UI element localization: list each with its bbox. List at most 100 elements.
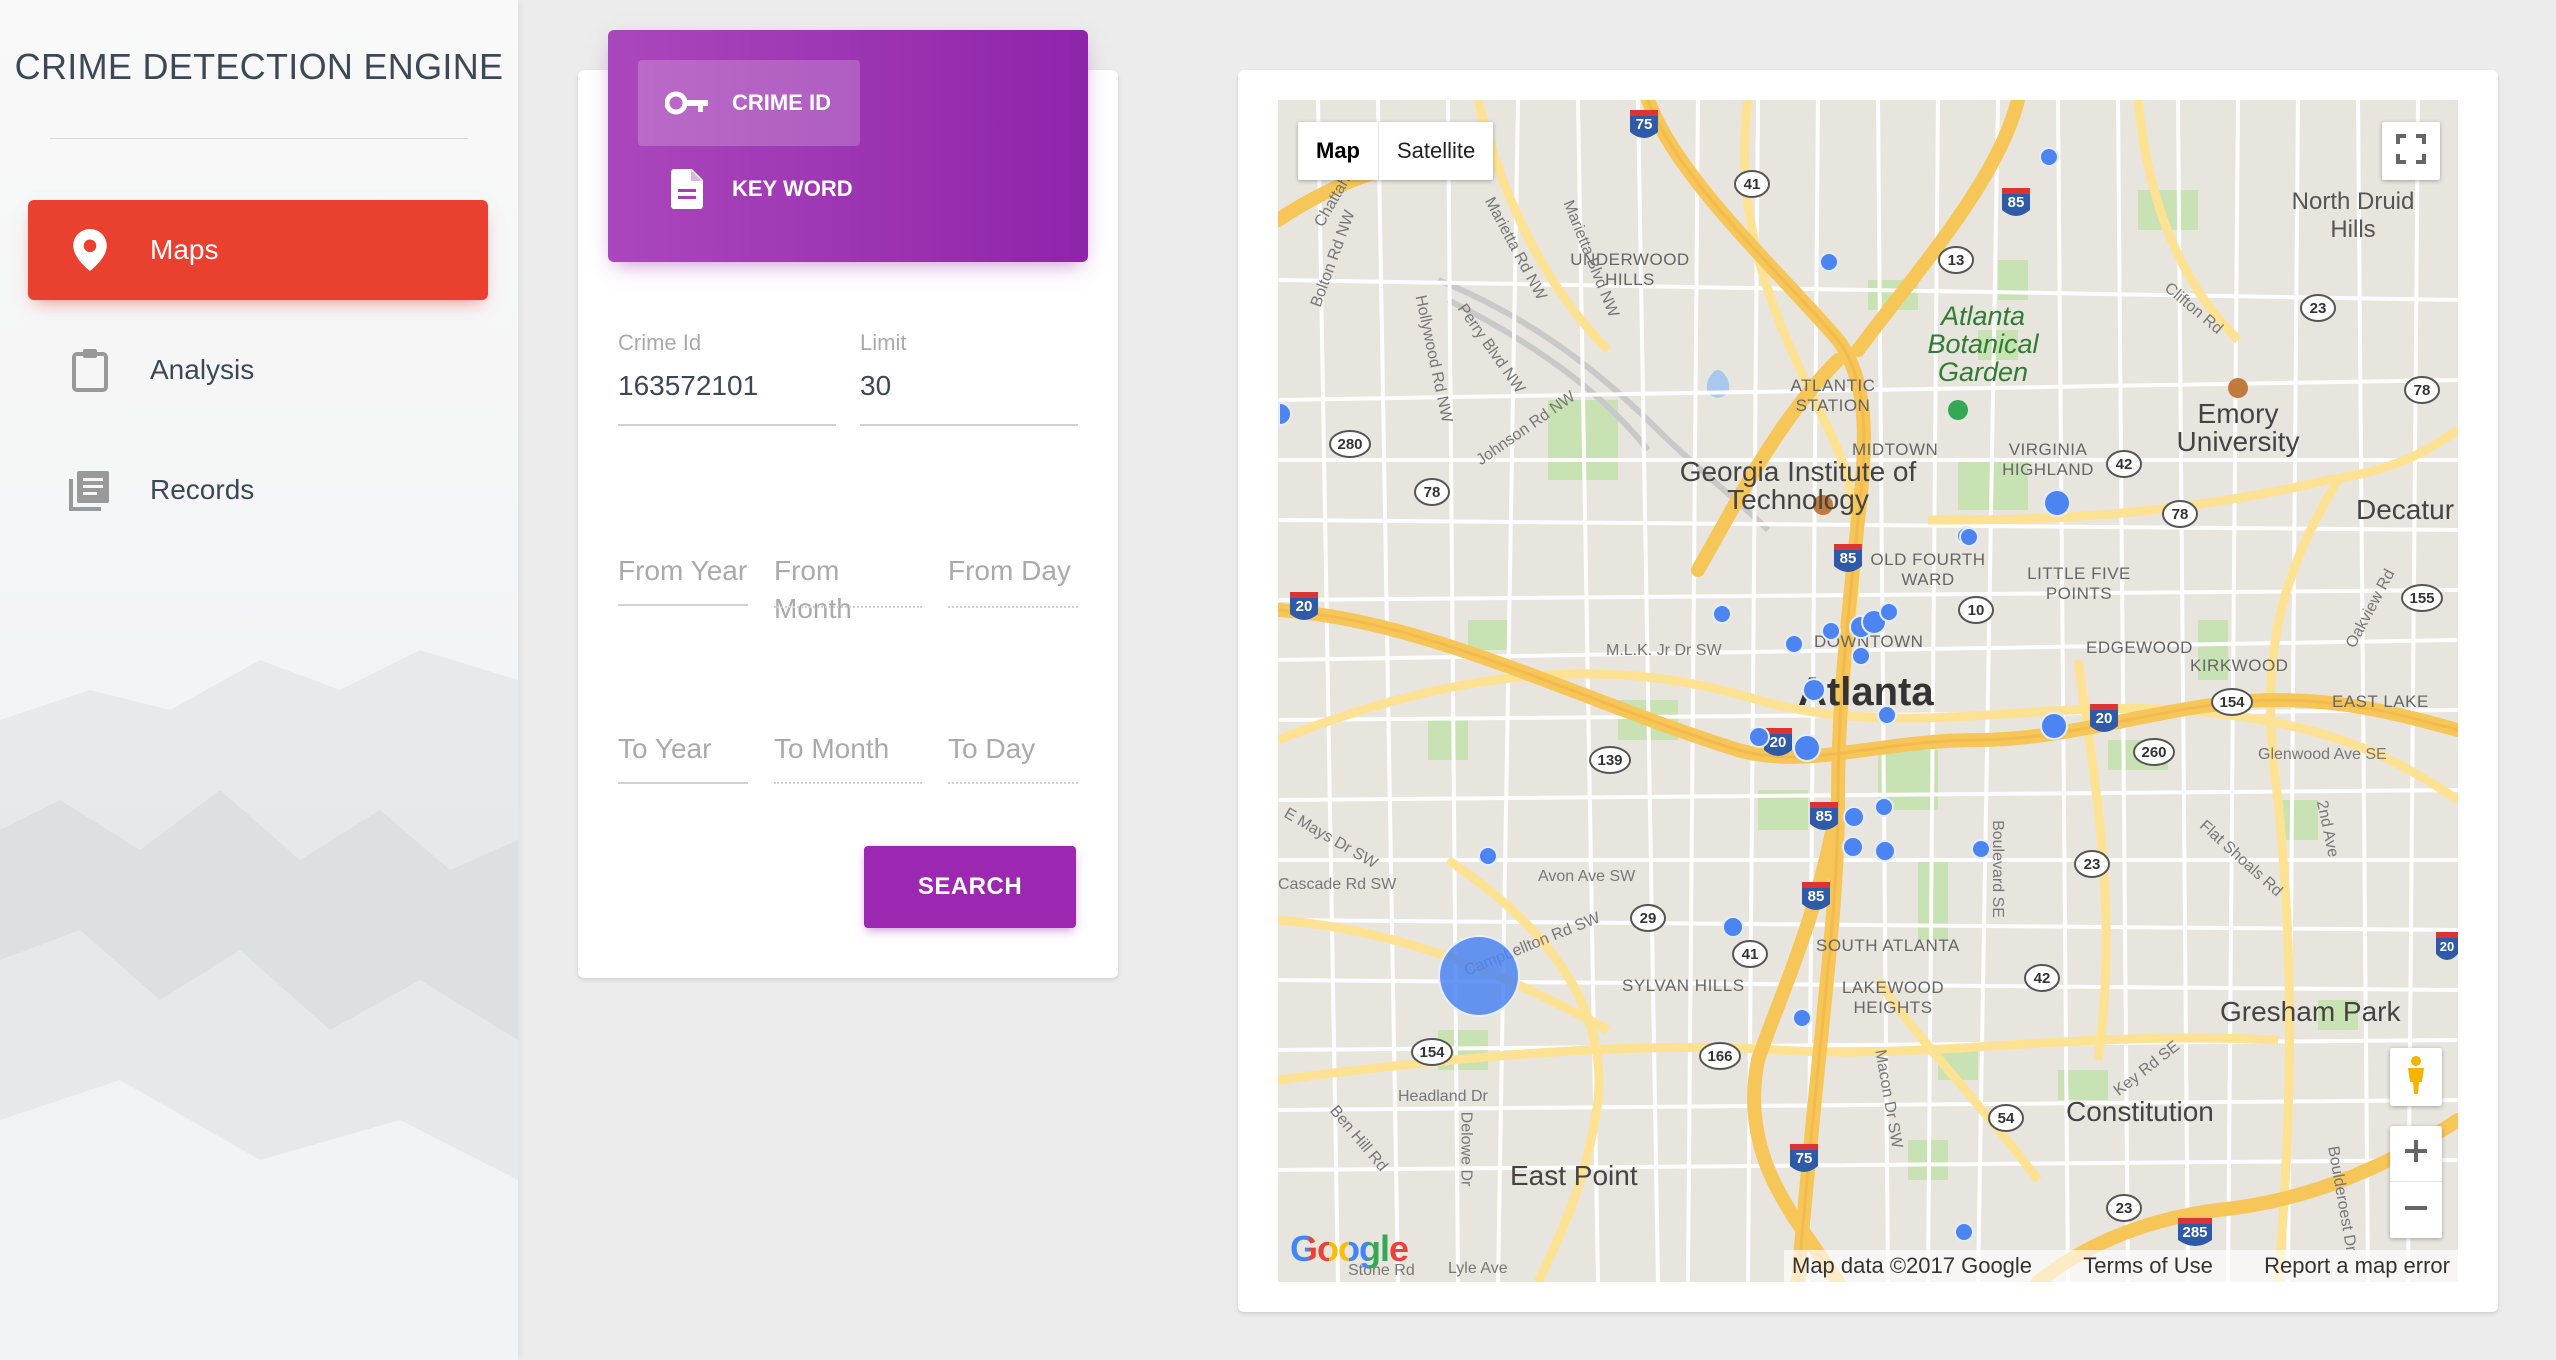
limit-field[interactable]: Limit 30 [860,330,1078,426]
clipboard-icon [66,346,114,394]
limit-value[interactable]: 30 [860,370,1078,402]
svg-text:139: 139 [1597,752,1622,769]
sidebar-item-records[interactable]: Records [28,440,488,540]
limit-label: Limit [860,330,907,355]
tab-crime-id[interactable]: CRIME ID [638,60,860,146]
from-day-input[interactable]: From Day [948,552,1078,608]
sidebar-item-label: Maps [150,234,219,265]
crime-id-underline [618,424,836,426]
svg-text:85: 85 [2008,194,2025,211]
search-button[interactable]: SEARCH [864,846,1076,928]
crime-id-value[interactable]: 163572101 [618,370,836,402]
sidebar-divider [50,138,468,139]
tab-key-word[interactable]: KEY WORD [638,146,860,232]
svg-text:154: 154 [2219,694,2245,711]
sidebar: CRIME DETECTION ENGINE Maps Analysis Rec… [0,0,518,1360]
svg-text:285: 285 [2182,1224,2207,1241]
crime-marker[interactable] [2040,712,2068,740]
svg-text:23: 23 [2310,300,2327,317]
map-type-satellite-button[interactable]: Satellite [1378,122,1493,180]
report-map-error-link[interactable]: Report a map error [2264,1250,2450,1282]
crime-marker[interactable] [1874,840,1896,862]
svg-text:260: 260 [2141,744,2166,761]
crime-marker[interactable] [1802,678,1826,702]
interstate-shield: 85 [1810,802,1838,830]
interstate-shield: 85 [2002,188,2030,216]
plus-icon [2405,1140,2427,1167]
to-day-input[interactable]: To Day [948,730,1078,784]
crime-marker[interactable] [1792,1008,1812,1028]
crime-marker[interactable] [1478,846,1498,866]
crime-marker[interactable] [1793,734,1821,762]
crime-marker[interactable] [1879,602,1899,622]
sidebar-item-maps[interactable]: Maps [28,200,488,300]
crime-marker[interactable] [1874,797,1894,817]
crime-marker[interactable] [1722,916,1744,938]
zoom-out-button[interactable] [2390,1182,2442,1238]
to-year-underline [618,782,748,784]
from-month-placeholder: From Month [774,555,852,624]
svg-text:20: 20 [2096,710,2113,727]
terms-of-use-link[interactable]: Terms of Use [2083,1250,2213,1282]
svg-text:78: 78 [1424,484,1441,501]
crime-marker[interactable] [1821,621,1841,641]
tab-label: CRIME ID [732,90,831,115]
crime-marker[interactable] [1843,806,1865,828]
svg-text:13: 13 [1948,252,1965,269]
google-logo: Google [1290,1228,1409,1270]
crime-marker[interactable] [2039,147,2059,167]
from-year-placeholder: From Year [618,555,748,586]
svg-text:42: 42 [2116,456,2133,473]
interstate-shield: 285 [2178,1218,2212,1246]
crime-marker[interactable] [1851,646,1871,666]
route-shield: 42 [2106,450,2142,478]
svg-text:41: 41 [1742,946,1759,963]
records-icon [66,466,114,514]
route-shield: 23 [2300,294,2336,322]
fullscreen-button[interactable] [2382,122,2440,180]
pegman-icon [2404,1055,2428,1100]
sidebar-item-label: Records [150,474,255,505]
crime-marker-cluster[interactable] [1438,935,1520,1017]
route-shield: 23 [2106,1194,2142,1222]
crime-marker[interactable] [1842,836,1864,858]
sidebar-item-label: Analysis [150,354,255,385]
tab-label: KEY WORD [732,176,853,201]
crime-marker[interactable] [1877,705,1897,725]
svg-text:155: 155 [2409,590,2434,607]
map-type-map-button[interactable]: Map [1298,122,1378,180]
crime-marker[interactable] [1971,839,1991,859]
crime-marker[interactable] [1819,252,1839,272]
from-month-input[interactable]: From Month [774,552,922,624]
route-shield: 41 [1734,170,1770,198]
crime-marker[interactable] [1748,726,1770,748]
route-shield: 29 [1630,904,1666,932]
crime-marker[interactable] [1712,604,1732,624]
map-type-control: Map Satellite [1298,122,1494,180]
to-year-input[interactable]: To Year [618,730,748,784]
svg-text:166: 166 [1707,1048,1732,1065]
sidebar-item-analysis[interactable]: Analysis [28,320,488,420]
svg-text:85: 85 [1816,808,1833,825]
from-year-input[interactable]: From Year [618,552,748,606]
route-shield: 78 [1414,478,1450,506]
crime-marker[interactable] [1959,527,1979,547]
to-month-placeholder: To Month [774,733,890,764]
route-shield: 280 [1329,430,1371,458]
svg-text:20: 20 [1296,598,1313,615]
to-day-placeholder: To Day [948,733,1036,764]
crime-marker[interactable] [1784,634,1804,654]
fullscreen-icon [2396,133,2426,169]
to-month-input[interactable]: To Month [774,730,922,784]
crime-marker[interactable] [2043,489,2071,517]
location-pin-icon [66,226,114,274]
zoom-in-button[interactable] [2390,1126,2442,1182]
interstate-shield: 20 [1290,592,1318,620]
svg-text:280: 280 [1337,436,1362,453]
google-map[interactable]: Atlanta Georgia Institute of Technology … [1278,100,2458,1282]
to-month-underline [774,782,922,784]
crime-id-field[interactable]: Crime Id 163572101 [618,330,836,426]
svg-text:42: 42 [2034,970,2051,987]
crime-marker[interactable] [1954,1222,1974,1242]
street-view-button[interactable] [2390,1048,2442,1106]
